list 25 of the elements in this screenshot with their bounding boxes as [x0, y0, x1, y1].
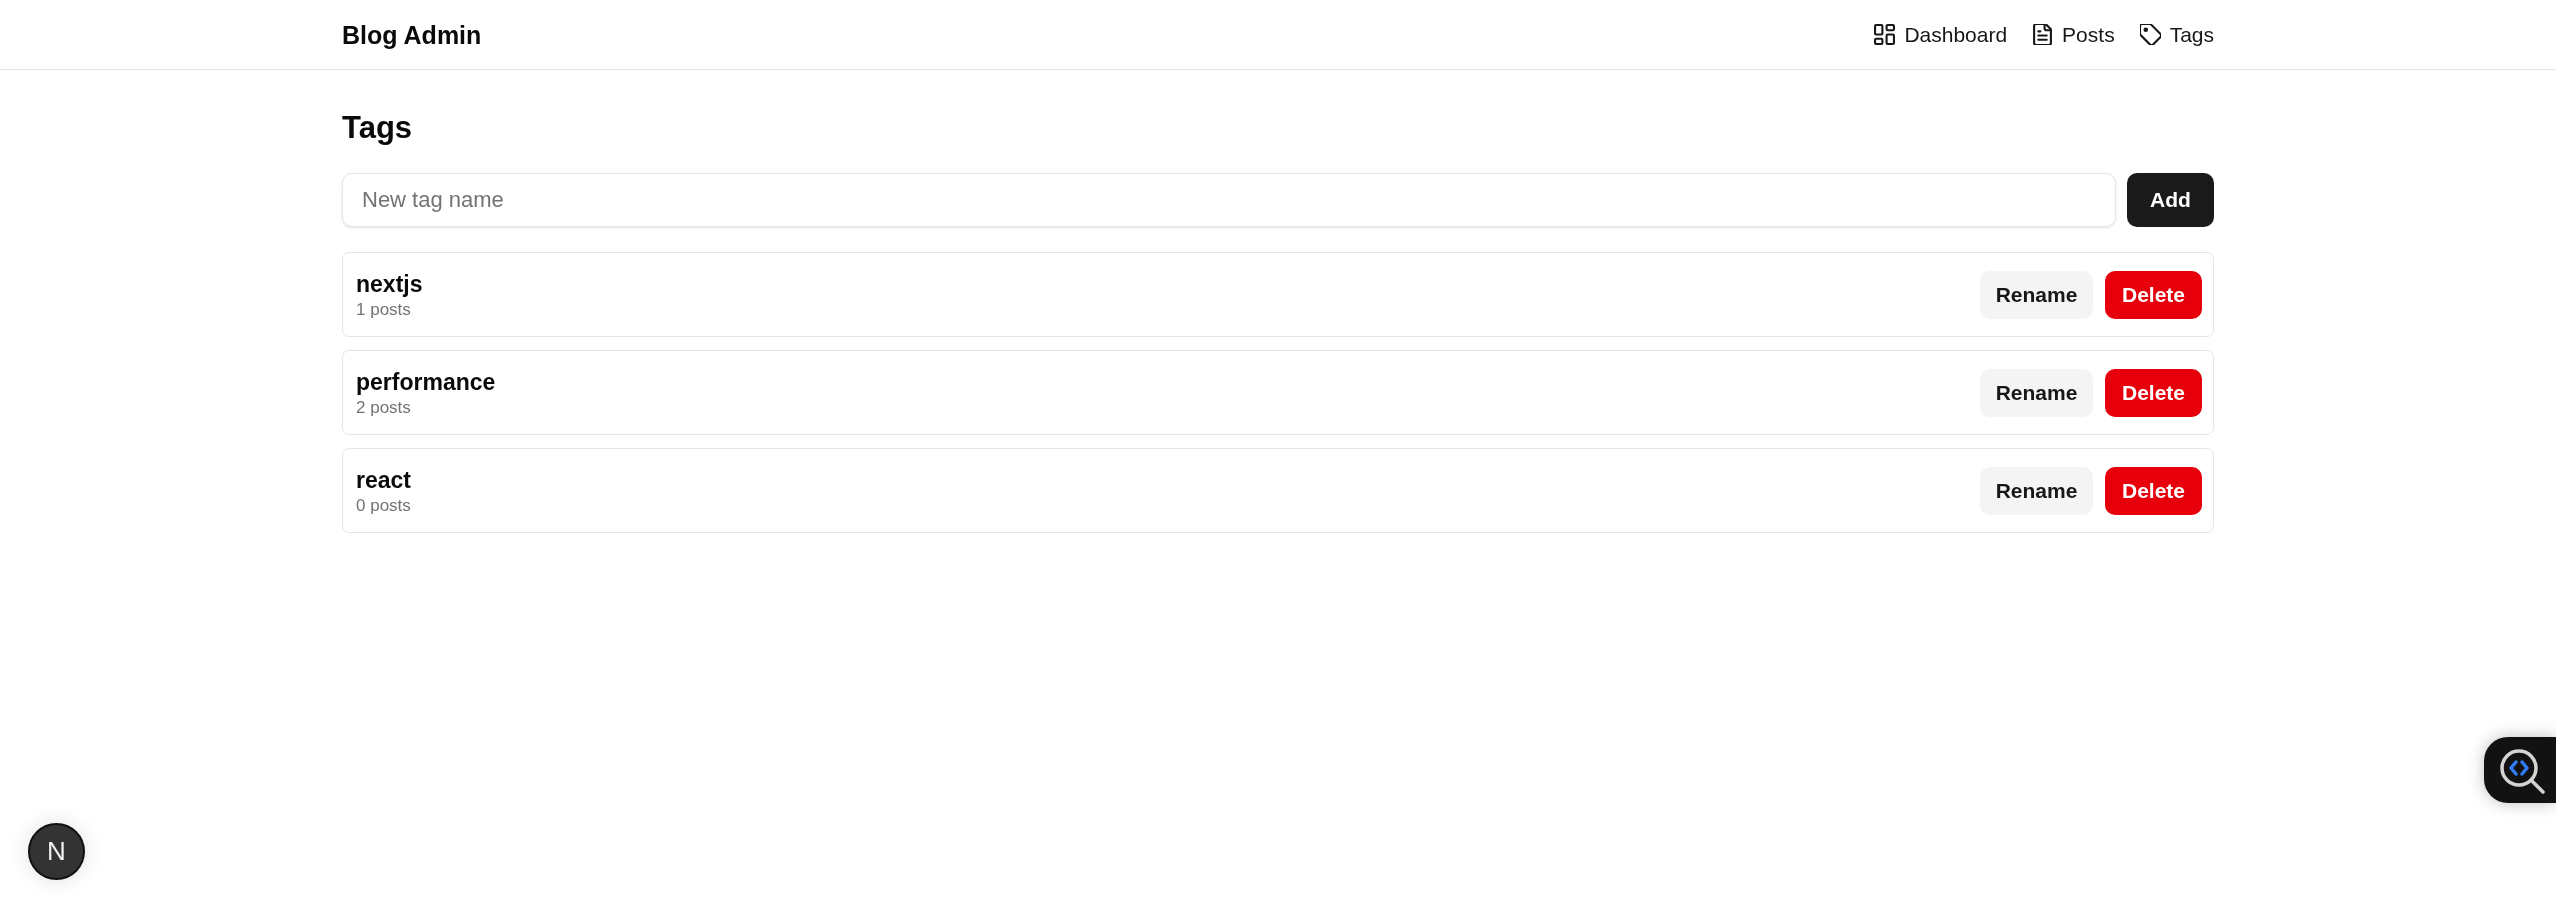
- rename-button[interactable]: Rename: [1980, 466, 2093, 515]
- delete-button[interactable]: Delete: [2105, 270, 2202, 319]
- rename-button[interactable]: Rename: [1980, 270, 2093, 319]
- nav-link[interactable]: Posts: [2032, 20, 2115, 49]
- magnifier-code-icon: [2497, 746, 2545, 794]
- tag-name-input[interactable]: New tag name: [342, 173, 2116, 227]
- post-count: 1 posts: [356, 298, 412, 321]
- page-title: Tags: [342, 109, 413, 147]
- tag-name: performance: [356, 367, 496, 397]
- nav-link[interactable]: Dashboard: [1874, 20, 2008, 49]
- dev-indicator-button[interactable]: N: [28, 823, 85, 880]
- delete-button[interactable]: Delete: [2105, 466, 2202, 515]
- post-count: 2 posts: [356, 396, 412, 419]
- nav-link[interactable]: Tags: [2139, 20, 2214, 49]
- tag-icon: [2139, 24, 2161, 45]
- delete-button[interactable]: Delete: [2105, 368, 2202, 417]
- tag-name: nextjs: [356, 269, 423, 299]
- inspector-button[interactable]: [2484, 737, 2556, 803]
- rename-button[interactable]: Rename: [1980, 368, 2093, 417]
- tag-name: react: [356, 465, 411, 495]
- site-title[interactable]: Blog Admin: [342, 18, 482, 51]
- document-icon: [2032, 24, 2054, 45]
- add-button[interactable]: Add: [2127, 173, 2214, 227]
- dashboard-grid-icon: [1874, 24, 1896, 45]
- post-count: 0 posts: [356, 494, 411, 517]
